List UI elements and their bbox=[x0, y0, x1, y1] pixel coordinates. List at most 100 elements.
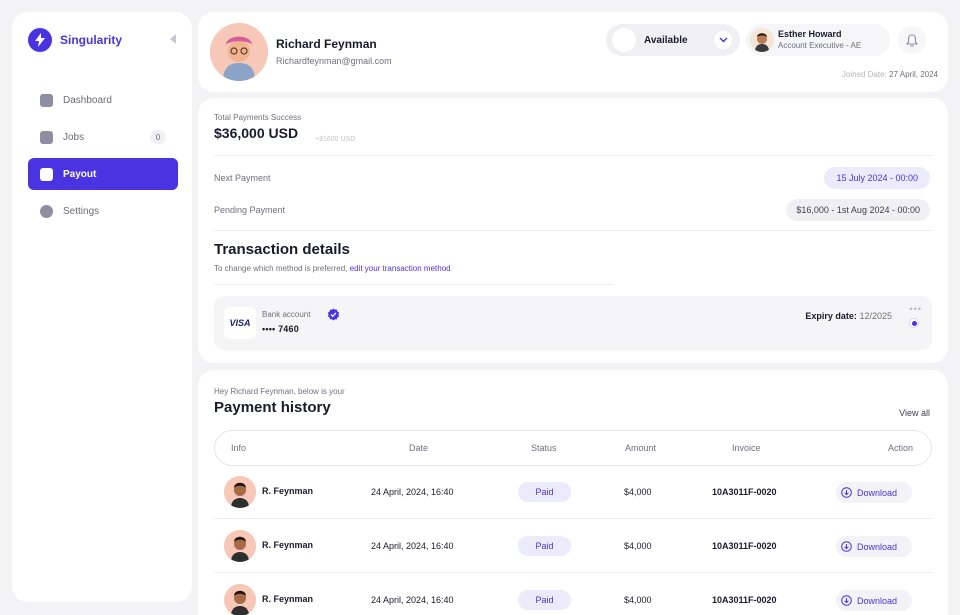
payment-date: 24 April, 2024, 16:40 bbox=[371, 595, 454, 605]
download-label: Download bbox=[857, 541, 898, 552]
briefcase-icon bbox=[40, 130, 53, 144]
divider bbox=[214, 230, 932, 231]
visa-logo: VISA bbox=[224, 307, 256, 339]
transaction-details-title: Transaction details bbox=[214, 241, 350, 258]
card-expiry: Expiry date: 12/2025 bbox=[805, 311, 892, 321]
brand[interactable]: Singularity bbox=[28, 28, 122, 52]
column-header-info: Info bbox=[231, 443, 247, 453]
table-row: R. Feynman 24 April, 2024, 16:40 Paid $4… bbox=[214, 574, 932, 615]
column-header-status: Status bbox=[531, 443, 557, 453]
view-all-link[interactable]: View all bbox=[899, 408, 930, 418]
profile-header: Richard Feynman Richardfeynman@gmail.com… bbox=[198, 12, 948, 92]
divider bbox=[214, 155, 932, 156]
expiry-label: Expiry date: bbox=[805, 311, 857, 321]
table-header: Info Date Status Amount Invoice Action bbox=[214, 430, 932, 466]
account-manager[interactable]: Esther Howard Account Executive - AE bbox=[746, 24, 890, 56]
download-button[interactable]: Download bbox=[836, 590, 912, 611]
user-email: Richardfeynman@gmail.com bbox=[276, 56, 392, 66]
invoice-number: 10A3011F-0020 bbox=[712, 595, 777, 605]
bolt-icon bbox=[28, 28, 52, 52]
transaction-sub-text: To change which method is preferred, bbox=[214, 264, 348, 273]
manager-name: Esther Howard bbox=[778, 29, 842, 39]
home-icon bbox=[40, 93, 53, 107]
card-select-radio[interactable] bbox=[909, 318, 919, 328]
pending-payment-label: Pending Payment bbox=[214, 205, 286, 215]
bell-icon[interactable] bbox=[898, 26, 926, 54]
column-header-invoice: Invoice bbox=[732, 443, 761, 453]
joined-date: Joined Date: 27 April, 2024 bbox=[738, 70, 938, 79]
download-button[interactable]: Download bbox=[836, 482, 912, 503]
joined-label: Joined Date: bbox=[841, 70, 887, 79]
total-payments-delta: +$1600 USD bbox=[315, 136, 356, 143]
download-label: Download bbox=[857, 595, 898, 606]
jobs-count-badge: 0 bbox=[150, 130, 166, 144]
column-header-amount: Amount bbox=[625, 443, 657, 453]
payment-date: 24 April, 2024, 16:40 bbox=[371, 487, 454, 497]
more-dots-icon[interactable]: ••• bbox=[910, 304, 922, 314]
sidebar-item-label: Dashboard bbox=[63, 94, 112, 106]
sidebar-item-dashboard[interactable]: Dashboard bbox=[28, 84, 178, 116]
wallet-icon bbox=[40, 167, 53, 181]
invoice-number: 10A3011F-0020 bbox=[712, 487, 777, 497]
status-dot bbox=[612, 28, 636, 52]
bank-account-card[interactable]: VISA Bank account •••• 7460 Expiry date:… bbox=[214, 296, 932, 350]
payout-summary: Total Payments Success $36,000 USD +$160… bbox=[198, 98, 948, 363]
chevron-down-icon bbox=[714, 31, 732, 49]
sidebar-item-label: Payout bbox=[63, 168, 97, 180]
invoice-number: 10A3011F-0020 bbox=[712, 541, 777, 551]
bank-account-number: •••• 7460 bbox=[262, 324, 299, 334]
payer-name: R. Feynman bbox=[262, 540, 314, 550]
sidebar-item-settings[interactable]: Settings bbox=[28, 195, 178, 227]
payment-amount: $4,000 bbox=[624, 487, 652, 497]
collapse-icon[interactable] bbox=[170, 34, 176, 44]
payment-date: 24 April, 2024, 16:40 bbox=[371, 541, 454, 551]
payer-avatar bbox=[224, 476, 256, 508]
sidebar-item-label: Settings bbox=[63, 205, 100, 217]
payer-avatar bbox=[224, 530, 256, 562]
table-row: R. Feynman 24 April, 2024, 16:40 Paid $4… bbox=[214, 520, 932, 573]
table-row: R. Feynman 24 April, 2024, 16:40 Paid $4… bbox=[214, 466, 932, 519]
payer-name: R. Feynman bbox=[262, 486, 314, 496]
status-badge: Paid bbox=[518, 536, 571, 556]
transaction-details-subtitle: To change which method is preferred, edi… bbox=[214, 264, 451, 273]
divider bbox=[214, 284, 614, 285]
download-icon bbox=[841, 487, 852, 498]
availability-label: Available bbox=[644, 34, 688, 46]
expiry-value: 12/2025 bbox=[859, 311, 892, 321]
manager-role: Account Executive - AE bbox=[778, 41, 862, 50]
payer-avatar bbox=[224, 584, 256, 615]
history-title: Payment history bbox=[214, 399, 331, 416]
availability-dropdown[interactable]: Available bbox=[606, 24, 740, 56]
total-payments-amount: $36,000 USD bbox=[214, 125, 299, 141]
sidebar-nav: Dashboard Jobs 0 Payout Settings bbox=[28, 84, 178, 232]
user-name: Richard Feynman bbox=[276, 37, 377, 51]
avatar[interactable] bbox=[210, 23, 268, 81]
payment-history: Hey Richard Feynman, below is your Payme… bbox=[198, 370, 948, 615]
sidebar-item-jobs[interactable]: Jobs 0 bbox=[28, 121, 178, 153]
verified-check-icon bbox=[327, 308, 340, 321]
payment-amount: $4,000 bbox=[624, 595, 652, 605]
status-badge: Paid bbox=[518, 482, 571, 502]
column-header-action: Action bbox=[888, 443, 914, 453]
column-header-date: Date bbox=[409, 443, 429, 453]
history-greeting: Hey Richard Feynman, below is your bbox=[214, 387, 345, 396]
download-label: Download bbox=[857, 487, 898, 498]
payer-name: R. Feynman bbox=[262, 594, 314, 604]
payment-amount: $4,000 bbox=[624, 541, 652, 551]
pending-payment-value: $16,000 - 1st Aug 2024 - 00:00 bbox=[786, 199, 930, 221]
download-button[interactable]: Download bbox=[836, 536, 912, 557]
sidebar: Singularity Dashboard Jobs 0 Payout Sett… bbox=[12, 12, 192, 602]
next-payment-label: Next Payment bbox=[214, 173, 271, 183]
manager-avatar bbox=[750, 28, 774, 52]
download-icon bbox=[841, 595, 852, 606]
total-payments-label: Total Payments Success bbox=[214, 113, 302, 122]
joined-value: 27 April, 2024 bbox=[889, 70, 938, 79]
status-badge: Paid bbox=[518, 590, 571, 610]
bank-account-label: Bank account bbox=[262, 310, 311, 319]
edit-transaction-method-link[interactable]: edit your transaction method bbox=[350, 264, 451, 273]
sidebar-item-label: Jobs bbox=[63, 131, 85, 143]
brand-name: Singularity bbox=[60, 33, 123, 47]
next-payment-value: 15 July 2024 - 00:00 bbox=[824, 167, 930, 189]
sidebar-item-payout[interactable]: Payout bbox=[28, 158, 178, 190]
download-icon bbox=[841, 541, 852, 552]
